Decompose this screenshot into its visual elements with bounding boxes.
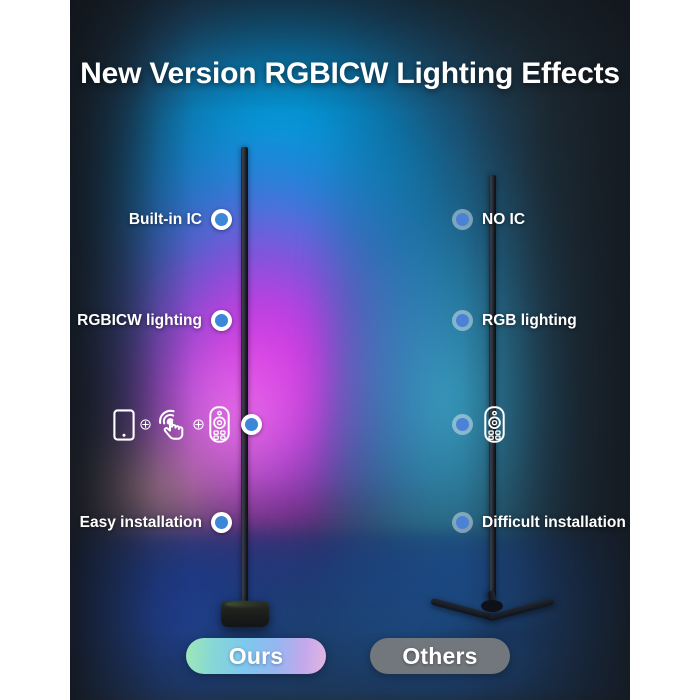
filled-circle-icon <box>211 310 232 331</box>
photo-area: New Version RGBICW Lighting Effects Buil… <box>70 0 630 700</box>
product-comparison-image: New Version RGBICW Lighting Effects Buil… <box>0 0 700 700</box>
plus-icon <box>193 419 204 430</box>
feature-row-others-rgb-lighting: RGB lighting <box>452 310 630 331</box>
pill-label: Ours <box>228 642 284 669</box>
control-methods-others <box>452 406 505 443</box>
pill-label: Others <box>402 642 478 669</box>
feature-row-others-difficult-installation: Difficult installation <box>452 512 630 533</box>
feature-label: RGBICW lighting <box>77 311 202 329</box>
filled-circle-icon <box>211 209 232 230</box>
background-top-vignette <box>70 0 630 112</box>
faded-circle-icon <box>452 209 473 230</box>
feature-label: NO IC <box>482 210 526 228</box>
plus-icon <box>140 419 151 430</box>
feature-row-ours-rgbicw-lighting: RGBICW lighting <box>70 310 232 331</box>
page-title: New Version RGBICW Lighting Effects <box>80 57 620 90</box>
control-methods-ours <box>113 406 262 443</box>
lamp-ours-pole <box>241 147 248 607</box>
faded-circle-icon <box>452 310 473 331</box>
label-pill-others[interactable]: Others <box>370 638 510 674</box>
feature-label: Easy installation <box>79 513 202 531</box>
faded-circle-icon <box>452 414 473 435</box>
feature-label: RGB lighting <box>482 311 577 329</box>
filled-circle-icon <box>211 512 232 533</box>
smartphone-icon <box>113 408 135 441</box>
lamp-others-pole <box>489 175 496 600</box>
remote-control-icon <box>484 406 505 443</box>
feature-label: Difficult installation <box>482 513 626 531</box>
feature-label: Built-in IC <box>128 210 202 228</box>
remote-control-icon <box>209 406 230 443</box>
label-pill-ours[interactable]: Ours <box>186 638 326 674</box>
faded-circle-icon <box>452 512 473 533</box>
touch-tap-icon <box>159 409 184 440</box>
feature-row-ours-built-in-ic: Built-in IC <box>70 209 232 230</box>
tripod-hub <box>481 600 503 612</box>
filled-circle-icon <box>241 414 262 435</box>
feature-row-others-no-ic: NO IC <box>452 209 630 230</box>
feature-row-ours-easy-installation: Easy installation <box>70 512 232 533</box>
lamp-ours-base <box>221 601 269 627</box>
